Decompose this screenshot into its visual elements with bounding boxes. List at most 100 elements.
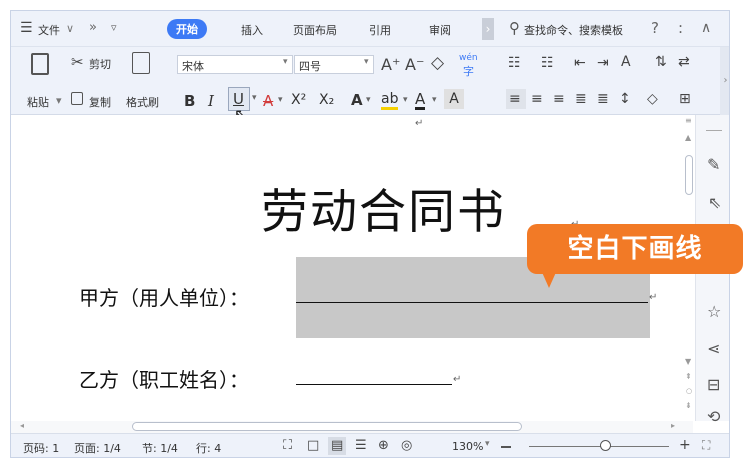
hamburger-menu-icon[interactable]: ☰ [20,20,33,36]
eye-protection-icon[interactable]: ◎ [401,438,412,453]
justify-icon[interactable]: ≣ [575,91,587,107]
font-color-dropdown-icon[interactable]: ▾ [432,95,437,105]
italic-button[interactable]: I [208,92,214,110]
highlight-dropdown-icon[interactable]: ▾ [403,95,408,105]
shrink-font-button[interactable]: A⁻ [405,55,424,74]
copy-icon[interactable] [71,92,83,105]
zoom-level-select[interactable]: 130% [452,440,483,453]
format-painter-icon[interactable] [132,52,150,74]
zoom-slider-thumb[interactable] [600,440,611,451]
more-options-icon[interactable]: : [678,19,683,37]
page-view-icon[interactable]: ▤ [331,438,343,453]
share-icon[interactable]: ⋖ [707,339,720,358]
font-size-chevron-icon[interactable]: ▾ [364,57,369,67]
horizontal-scroll-thumb[interactable] [132,422,522,431]
zoom-slider-track[interactable] [529,446,669,447]
horizontal-scrollbar[interactable]: ◂ ▸ [11,421,693,433]
bullet-list-icon[interactable]: ☷ [508,55,521,71]
tab-review[interactable]: 审阅 [429,22,451,38]
phonetic-guide-icon[interactable]: wén [459,53,478,63]
underline-dropdown-chevron-icon[interactable]: ▾ [252,93,257,103]
web-view-icon[interactable]: ⊕ [378,438,389,453]
history-icon[interactable]: ⟲ [707,407,720,426]
distribute-icon[interactable]: ≣ [597,91,609,107]
ribbon-scroll-right-icon[interactable]: › [720,47,729,115]
font-size-select[interactable]: 四号 [294,55,374,74]
file-menu[interactable]: 文件 [38,22,60,38]
zoom-dropdown-chevron-icon[interactable]: ▾ [485,439,490,449]
align-left-icon[interactable]: ≡ [509,91,521,107]
align-center-icon[interactable]: ≡ [531,91,543,107]
document-title[interactable]: 劳动合同书 [261,173,506,242]
text-effects-button[interactable]: A [351,91,363,109]
text-effects-dropdown-icon[interactable]: ▾ [366,95,371,105]
scissors-icon[interactable]: ✂ [71,53,84,71]
fullscreen-icon[interactable]: ⛶ [283,438,292,453]
highlight-button[interactable]: ab [381,92,399,110]
decrease-indent-icon[interactable]: ⇤ [574,55,586,71]
format-painter-button[interactable]: 格式刷 [126,94,159,110]
line-status[interactable]: 行: 4 [196,440,221,456]
cut-button[interactable]: 剪切 [89,56,111,72]
command-search-input[interactable]: 查找命令、搜索模板 [524,22,623,38]
chinese-layout-icon[interactable]: A [621,54,631,70]
star-icon[interactable]: ☆ [707,302,721,321]
scroll-up-icon[interactable]: ▲ [685,133,691,142]
browse-object-icon[interactable]: ○ [686,387,692,395]
show-marks-icon[interactable]: ⇄ [678,54,690,70]
tab-references[interactable]: 引用 [369,22,391,38]
more-menus-icon[interactable]: » [89,20,97,35]
subscript-button[interactable]: X₂ [319,92,334,108]
outline-view-icon[interactable]: ☰ [355,438,367,453]
party-a-label[interactable]: 甲方（用人单位）： [79,282,249,311]
quick-access-dropdown-icon[interactable]: ▿ [111,21,117,34]
grow-font-button[interactable]: A⁺ [381,55,400,74]
superscript-button[interactable]: X² [291,92,306,108]
font-color-button[interactable]: A [415,91,426,110]
numbered-list-icon[interactable]: ☷ [541,55,554,71]
section-status[interactable]: 节: 1/4 [142,440,178,456]
search-icon[interactable]: ⚲ [509,19,520,37]
prev-page-icon[interactable]: ⇞ [685,372,692,381]
next-page-icon[interactable]: ⇟ [685,401,692,410]
font-name-chevron-icon[interactable]: ▾ [283,57,288,67]
party-a-underline-blank[interactable] [296,302,648,303]
tab-home[interactable]: 开始 [167,19,207,39]
paste-icon[interactable] [31,53,49,75]
page-number-status[interactable]: 页码: 1 [23,440,59,456]
align-right-icon[interactable]: ≡ [553,91,565,107]
tab-scroll-right-button[interactable]: › [482,18,494,40]
archive-icon[interactable]: ⊟ [707,375,720,394]
scroll-left-icon[interactable]: ◂ [20,421,24,430]
scroll-down-icon[interactable]: ▼ [685,357,691,366]
paste-button[interactable]: 粘贴 [27,94,49,110]
strikethrough-button[interactable]: A [263,92,273,110]
character-shading-button[interactable]: A [444,89,464,109]
paste-dropdown-chevron-icon[interactable]: ▾ [56,94,62,107]
borders-icon[interactable]: ⊞ [679,91,691,107]
file-menu-chevron-icon[interactable]: ∨ [66,22,74,35]
strikethrough-dropdown-icon[interactable]: ▾ [278,95,283,105]
select-pointer-icon[interactable]: ⇖ [708,193,721,212]
zoom-in-icon[interactable]: + [679,437,691,453]
collapse-ribbon-icon[interactable]: ∧ [701,20,711,36]
pen-icon[interactable]: ✎ [707,155,720,174]
sort-icon[interactable]: ⇅ [655,54,667,70]
party-b-underline-blank[interactable] [296,384,452,385]
shading-icon[interactable]: ◇ [647,91,658,107]
bold-button[interactable]: B [184,92,195,110]
scroll-right-icon[interactable]: ▸ [671,421,675,430]
zoom-out-icon[interactable] [501,446,511,448]
fit-window-icon[interactable]: ⛶ [702,438,710,453]
help-icon[interactable]: ? [651,19,659,37]
copy-button[interactable]: 复制 [89,94,111,110]
line-spacing-icon[interactable]: ↕ [619,91,631,107]
tab-insert[interactable]: 插入 [241,22,263,38]
increase-indent-icon[interactable]: ⇥ [597,55,609,71]
page-count-status[interactable]: 页面: 1/4 [74,440,121,456]
party-b-label[interactable]: 乙方（职工姓名）： [79,364,249,393]
clear-format-eraser-icon[interactable]: ◇ [431,53,444,73]
read-mode-icon[interactable]: □ [307,438,319,453]
scroll-top-icon[interactable]: ≡ [685,116,692,125]
font-name-select[interactable]: 宋体 [177,55,293,74]
